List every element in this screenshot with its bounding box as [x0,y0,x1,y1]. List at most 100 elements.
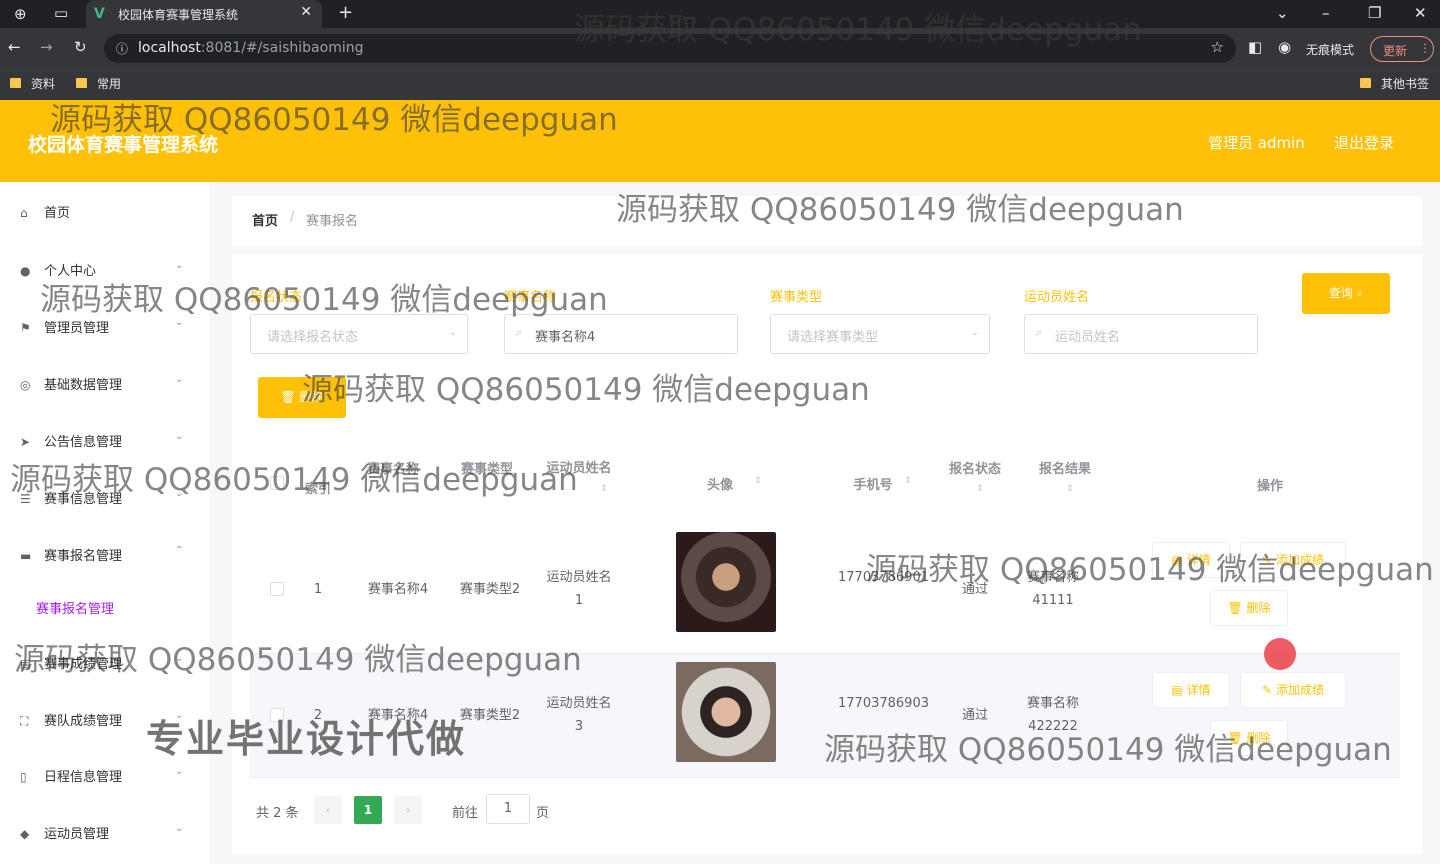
browser-profile-icon[interactable]: ⊕ [14,5,27,23]
tab-search-icon[interactable]: ▭ [54,4,68,22]
goto-label: 前往 [452,806,479,821]
sidebar-item-registration[interactable]: ▬ 赛事报名管理 ⌃ [20,545,183,564]
site-info-icon[interactable]: ⓘ [116,40,128,57]
add-score-button[interactable]: ✎ 添加成绩 [1240,672,1346,708]
breadcrumb-home[interactable]: 首页 [252,210,278,229]
sidebar-item-home[interactable]: ⌂ 首页 [20,202,70,221]
athlete-name-placeholder: 运动员姓名 [1055,330,1121,345]
bookmark-label: 资料 [31,77,56,91]
sidebar-item-label: 基础数据管理 [44,378,123,393]
watermark-text: 源码获取 QQ86050149 微信deepguan [616,192,1184,228]
home-icon: ⌂ [20,206,28,220]
update-label: 更新 [1383,44,1408,58]
athlete-avatar-image [676,532,776,632]
tab-list-icon[interactable]: ⌄ [1276,4,1289,22]
sort-icon[interactable]: ⇕ [904,476,912,486]
search-icon: ⌕ [1356,286,1364,300]
sidebar-item-label: 公告信息管理 [44,435,123,450]
folder-icon [1360,78,1371,88]
add-score-label: 添加成绩 [1275,683,1324,697]
close-window-icon[interactable]: ✕ [1414,4,1427,22]
cell-event-name: 赛事名称4 [367,582,429,597]
logout-link[interactable]: 退出登录 [1334,132,1394,153]
chevron-down-icon: ⌄ [448,327,457,338]
search-button[interactable]: 查询 ⌕ [1302,273,1390,314]
cell-event-type: 赛事类型2 [459,582,521,597]
restore-icon[interactable]: ❐ [1368,4,1381,22]
watermark-text: 源码获取 QQ86050149 微信deepguan [14,642,582,678]
sidebar-subitem-registration[interactable]: 赛事报名管理 [36,598,114,617]
close-tab-icon[interactable]: ✕ [300,4,312,20]
sidebar-item-label: 赛队成绩管理 [44,714,123,729]
watermark-text: 源码获取 QQ86050149 微信deepguan [50,102,618,138]
bookmark-label: 常用 [97,77,122,91]
frame-icon: ⛶ [20,714,29,728]
reload-icon[interactable]: ↻ [74,38,87,56]
bookmark-folder-2[interactable]: 常用 [76,75,121,92]
detail-button[interactable]: ▤ 详情 [1152,672,1230,708]
back-icon[interactable]: ← [8,38,21,56]
trash-icon: 🗑 [280,390,296,404]
forward-icon[interactable]: → [40,38,53,56]
watermark-text: 源码获取 QQ86050149 微信deepguan [302,372,870,408]
sort-icon[interactable]: ⇕ [976,484,984,494]
prev-page-icon[interactable]: ‹ [314,796,342,824]
column-header-avatar[interactable]: 头像 [690,474,750,493]
event-name-input[interactable]: ⌕ 赛事名称4 [504,314,738,354]
sidebar-item-team-scores[interactable]: ⛶ 赛队成绩管理 ⌄ [20,710,183,729]
chevron-down-icon: ⌄ [175,823,184,834]
search-icon: ⌕ [515,325,522,339]
bookmark-folder-1[interactable]: 资料 [10,75,55,92]
athlete-filter-label: 运动员姓名 [1024,290,1090,305]
detail-label: 详情 [1186,683,1211,697]
chevron-down-icon: ⌄ [175,260,184,271]
type-select-placeholder: 请选择赛事类型 [787,330,879,345]
type-filter-label: 赛事类型 [770,290,823,305]
column-header-status[interactable]: 报名状态 [940,458,1010,477]
sidebar-item-schedule[interactable]: ▯ 日程信息管理 ⌄ [20,766,183,785]
event-name-value: 赛事名称4 [535,330,596,345]
column-header-result[interactable]: 报名结果 [1030,458,1100,477]
sidebar-item-notices[interactable]: ➤ 公告信息管理 ⌄ [20,431,183,450]
cell-athlete: 运动员姓名1 [546,570,612,608]
url-host: localhost [138,40,201,56]
sidepanel-icon[interactable]: ◧ [1248,38,1262,56]
watermark-banner: 专业毕业设计代做 [146,717,467,761]
sidebar-item-admins[interactable]: ⚑ 管理员管理 ⌄ [20,317,183,336]
sort-icon[interactable]: ⇕ [1066,484,1074,494]
bookmark-star-icon[interactable]: ☆ [1211,38,1224,56]
sort-icon[interactable]: ⇕ [600,484,608,494]
status-select-placeholder: 请选择报名状态 [267,330,359,345]
trash-icon: 🗑 [1227,601,1243,615]
other-bookmarks[interactable]: 其他书签 [1360,75,1429,92]
sidebar-item-label: 管理员管理 [44,321,110,336]
athlete-name-input[interactable]: ⌕ 运动员姓名 [1024,314,1258,354]
page-number-current[interactable]: 1 [354,796,382,824]
other-bookmarks-label: 其他书签 [1381,77,1430,91]
sort-icon[interactable]: ⇕ [754,476,762,486]
page-jump-input[interactable]: 1 [486,794,530,824]
browser-tab[interactable]: V 校园体育赛事管理系统 ✕ [86,0,322,28]
breadcrumb-current: 赛事报名 [306,214,359,229]
type-select[interactable]: 请选择赛事类型 ⌄ [770,314,990,354]
delete-button[interactable]: 🗑 删除 [1210,590,1288,626]
status-select[interactable]: 请选择报名状态 ⌄ [250,314,468,354]
new-tab-icon[interactable]: + [338,2,353,23]
cell-athlete: 运动员姓名3 [546,696,612,734]
chevron-down-icon: ⌄ [175,374,184,385]
minimize-icon[interactable]: – [1322,4,1330,22]
chevron-down-icon: ⌄ [970,327,979,338]
monitor-icon: ▬ [20,549,32,563]
next-page-icon[interactable]: › [394,796,422,824]
update-button[interactable]: 更新 ⋮ [1370,36,1434,62]
column-header-phone[interactable]: 手机号 [838,474,908,493]
settings-icon: ◎ [20,378,31,392]
athlete-avatar-image [676,662,776,762]
sidebar-item-base-data[interactable]: ◎ 基础数据管理 ⌄ [20,374,183,393]
location-icon: ◆ [20,827,30,841]
sidebar-item-athletes[interactable]: ◆ 运动员管理 ⌄ [20,823,183,842]
watermark-text: 源码获取 QQ86050149 微信deepguan [10,462,578,498]
sidebar-item-label: 运动员管理 [44,827,110,842]
row-checkbox[interactable] [270,582,284,596]
mouse-cursor-highlight [1264,638,1296,670]
